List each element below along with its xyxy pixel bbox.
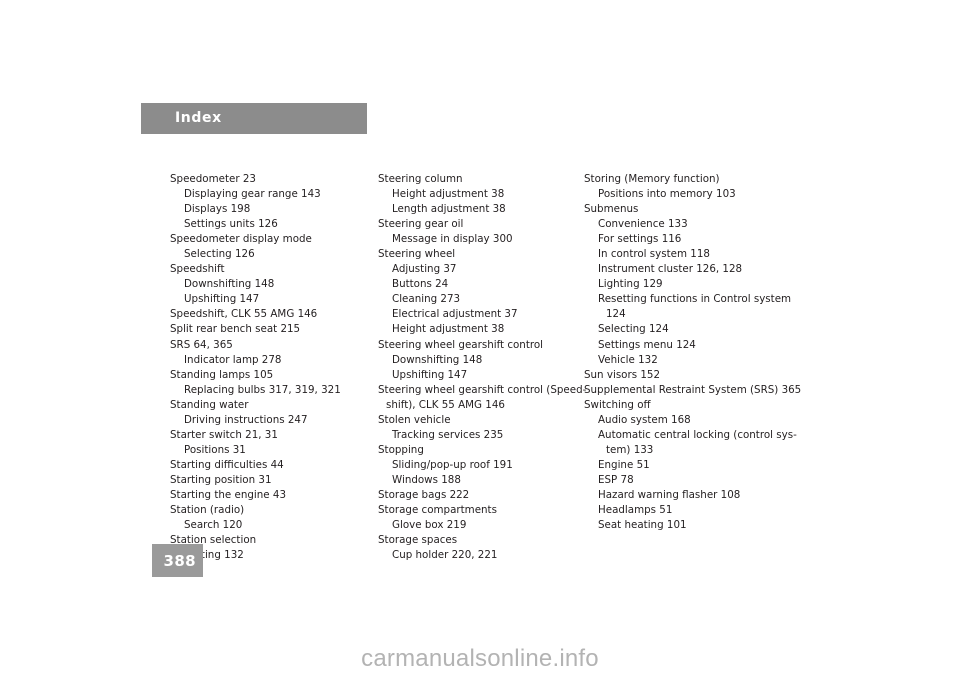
page-number-tab: 388 bbox=[152, 544, 203, 577]
index-entry: Selecting 126 bbox=[184, 248, 255, 261]
index-column-2: Steering column Height adjustment 38 Lengt… bbox=[378, 172, 587, 563]
index-entry: Speedshift bbox=[170, 263, 225, 276]
index-entry: Headlamps 51 bbox=[598, 504, 673, 517]
index-entry: Cleaning 273 bbox=[392, 293, 461, 306]
index-entry: Speedshift, CLK 55 AMG 146 bbox=[170, 308, 318, 321]
index-entry: Automatic central locking (control sys- bbox=[598, 428, 797, 441]
index-entry: Lighting 129 bbox=[598, 278, 663, 291]
index-entry: Steering gear oil bbox=[378, 218, 464, 231]
index-entry: shift), CLK 55 AMG 146 bbox=[386, 398, 505, 411]
index-entry: Driving instructions 247 bbox=[184, 413, 308, 426]
index-entry: Stopping bbox=[378, 443, 424, 456]
index-entry: Supplemental Restraint System (SRS) 365 bbox=[584, 383, 802, 396]
index-entry: Downshifting 148 bbox=[392, 353, 483, 366]
index-entry: Submenus bbox=[584, 203, 639, 216]
index-entry: Downshifting 148 bbox=[184, 278, 275, 291]
index-entry: Switching off bbox=[584, 398, 651, 411]
index-entry: Cup holder 220, 221 bbox=[392, 549, 498, 562]
index-entry: Sliding/pop-up roof 191 bbox=[392, 458, 513, 471]
index-entry: Adjusting 37 bbox=[392, 263, 457, 276]
index-entry: Station (radio) bbox=[170, 504, 245, 517]
index-entry: Storing (Memory function) bbox=[584, 173, 720, 185]
index-entry: Settings units 126 bbox=[184, 218, 278, 231]
index-entry: Buttons 24 bbox=[392, 278, 449, 291]
index-header-bar: Index bbox=[141, 103, 367, 134]
index-entry: SRS 64, 365 bbox=[170, 338, 233, 351]
index-entry: Upshifting 147 bbox=[392, 368, 468, 381]
site-watermark: carmanualsonline.info bbox=[361, 645, 599, 672]
index-entry: Starting difficulties 44 bbox=[170, 458, 284, 471]
index-entry: Height adjustment 38 bbox=[392, 323, 505, 336]
page-title: Index bbox=[175, 110, 222, 126]
index-entry: Standing lamps 105 bbox=[170, 368, 274, 381]
index-entry: Hazard warning flasher 108 bbox=[598, 488, 741, 501]
index-entry: Settings menu 124 bbox=[598, 338, 696, 351]
index-entry: tem) 133 bbox=[606, 443, 654, 456]
index-entry: Standing water bbox=[170, 398, 249, 411]
index-entry: 124 bbox=[606, 308, 626, 321]
index-entry: Indicator lamp 278 bbox=[184, 353, 282, 366]
index-entry: Message in display 300 bbox=[392, 233, 513, 246]
index-entry: Positions 31 bbox=[184, 443, 246, 456]
index-entry: Convenience 133 bbox=[598, 218, 688, 231]
manual-index-page: Index Speedometer 23 Displaying gear rang… bbox=[0, 0, 960, 678]
index-entry: In control system 118 bbox=[598, 248, 710, 261]
index-entry: Length adjustment 38 bbox=[392, 203, 506, 216]
index-entry: Sun visors 152 bbox=[584, 368, 661, 381]
index-entry: Stolen vehicle bbox=[378, 413, 451, 426]
index-entry: Steering wheel bbox=[378, 248, 456, 261]
index-entry: Selecting 124 bbox=[598, 323, 669, 336]
index-entry: Speedometer display mode bbox=[170, 233, 312, 246]
index-entry: Glove box 219 bbox=[392, 519, 467, 532]
index-entry: Split rear bench seat 215 bbox=[170, 323, 301, 336]
index-column-3: Storing (Memory function) Positions into … bbox=[584, 172, 802, 533]
index-entry: Steering column bbox=[378, 173, 463, 185]
index-entry: Steering wheel gearshift control bbox=[378, 338, 544, 351]
index-entry: Height adjustment 38 bbox=[392, 188, 505, 201]
index-entry: Storage bags 222 bbox=[378, 488, 470, 501]
index-entry: Instrument cluster 126, 128 bbox=[598, 263, 743, 276]
index-entry: Upshifting 147 bbox=[184, 293, 260, 306]
index-entry: Storage compartments bbox=[378, 504, 497, 517]
index-entry: Audio system 168 bbox=[598, 413, 691, 426]
index-entry: Storage spaces bbox=[378, 534, 458, 547]
index-entry: Resetting functions in Control system bbox=[598, 293, 792, 306]
index-entry: For settings 116 bbox=[598, 233, 682, 246]
index-entry: Engine 51 bbox=[598, 458, 650, 471]
index-entry: Positions into memory 103 bbox=[598, 188, 736, 201]
index-entry: Search 120 bbox=[184, 519, 243, 532]
page-number: 388 bbox=[163, 552, 196, 570]
index-entry: Replacing bulbs 317, 319, 321 bbox=[184, 383, 341, 396]
index-entry: Starting position 31 bbox=[170, 473, 272, 486]
index-entry: Displaying gear range 143 bbox=[184, 188, 321, 201]
index-entry: Starting the engine 43 bbox=[170, 488, 287, 501]
index-entry: Electrical adjustment 37 bbox=[392, 308, 518, 321]
index-entry: Steering wheel gearshift control (Speed- bbox=[378, 383, 587, 396]
index-entry: Tracking services 235 bbox=[392, 428, 504, 441]
index-entry: Displays 198 bbox=[184, 203, 251, 216]
index-entry: Seat heating 101 bbox=[598, 519, 687, 532]
index-column-1: Speedometer 23 Displaying gear range 143 D… bbox=[170, 172, 370, 563]
index-entry: ESP 78 bbox=[598, 473, 634, 486]
index-entry: Windows 188 bbox=[392, 473, 461, 486]
index-entry: Starter switch 21, 31 bbox=[170, 428, 278, 441]
index-entry: Vehicle 132 bbox=[598, 353, 658, 366]
index-entry: Speedometer 23 bbox=[170, 173, 256, 185]
